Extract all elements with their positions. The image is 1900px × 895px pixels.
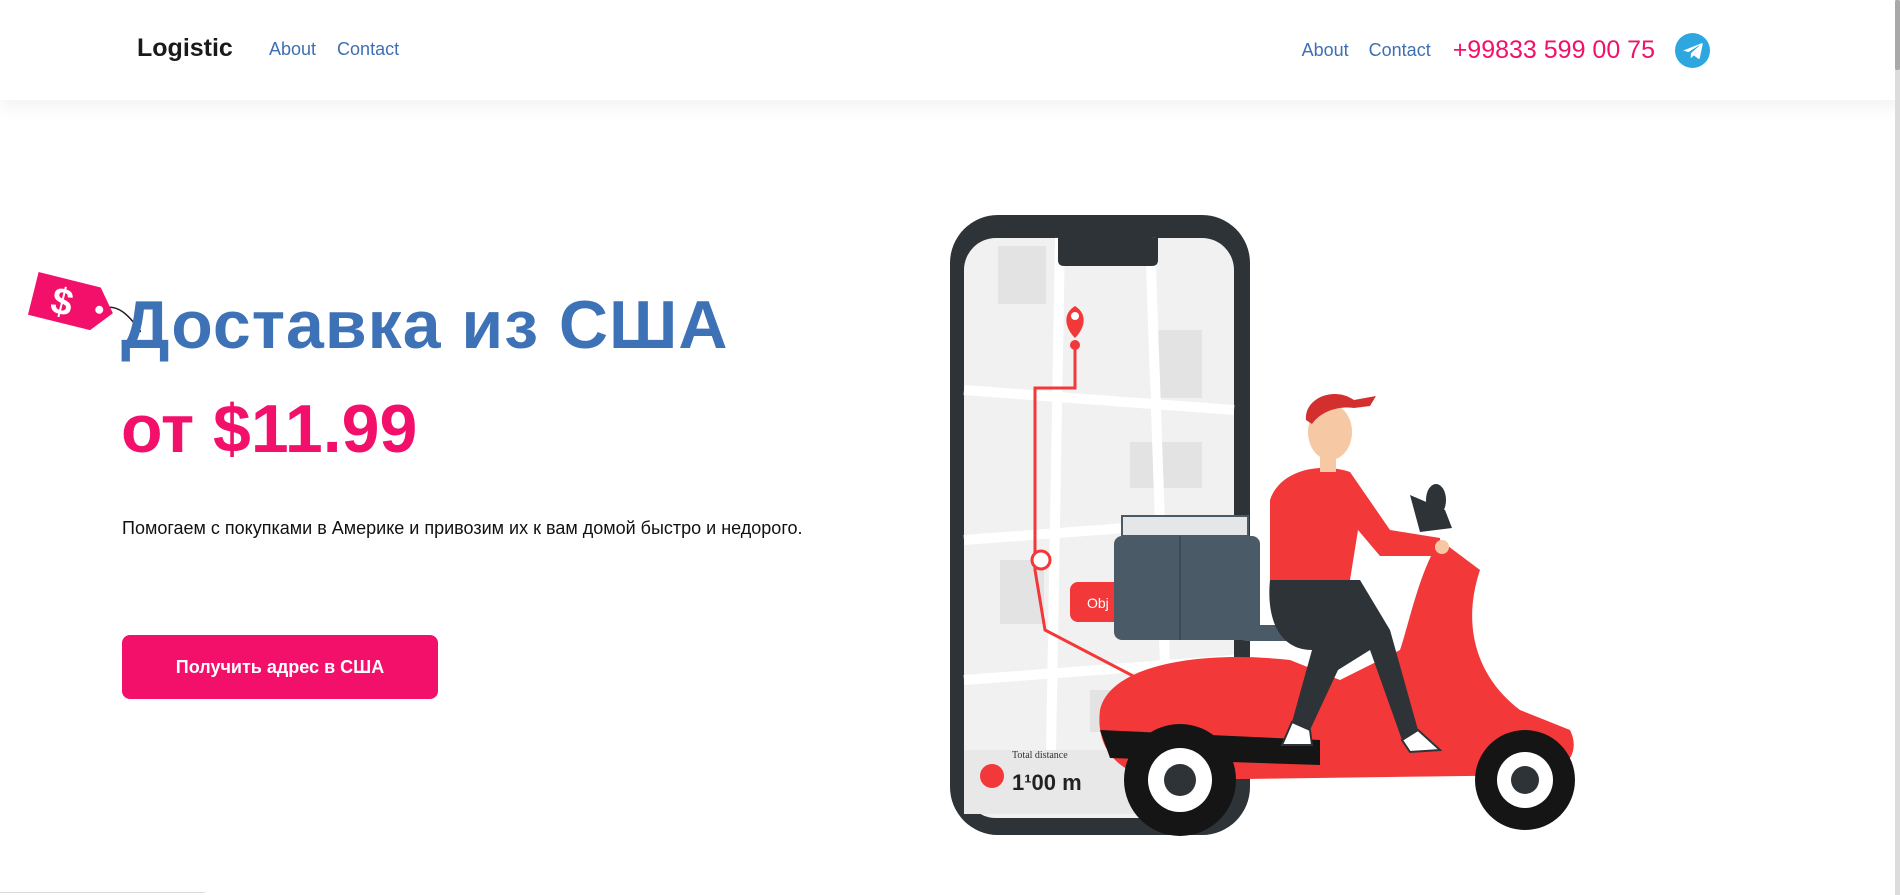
get-us-address-button[interactable]: Получить адрес в США	[122, 635, 438, 699]
hero-title: Доставка из США	[121, 287, 729, 363]
phone-link[interactable]: +99833 599 00 75	[1453, 36, 1655, 65]
distance-value: 1¹00 m	[1012, 770, 1082, 795]
navbar: Logistic About Contact About Contact +99…	[0, 0, 1900, 100]
nav-left: About Contact	[269, 39, 399, 60]
hero-description: Помогаем с покупками в Америке и привози…	[122, 518, 803, 538]
nav-right-contact-link[interactable]: Contact	[1369, 40, 1431, 61]
telegram-icon	[1682, 42, 1703, 59]
scrollbar[interactable]	[1895, 0, 1900, 895]
nav-right-about-link[interactable]: About	[1302, 40, 1349, 61]
scrollbar-thumb[interactable]	[1895, 0, 1900, 70]
map-label: Obj	[1087, 595, 1109, 611]
nav-about-link[interactable]: About	[269, 39, 316, 60]
bottom-divider	[0, 892, 205, 893]
delivery-illustration: Obj Total distance 1¹00 m	[940, 210, 1630, 840]
nav-contact-link[interactable]: Contact	[337, 39, 399, 60]
nav-right: About Contact +99833 599 00 75	[1302, 33, 1710, 68]
hero-price: от $11.99	[121, 391, 418, 467]
telegram-button[interactable]	[1675, 33, 1710, 68]
distance-caption: Total distance	[1012, 750, 1068, 761]
brand-logo[interactable]: Logistic	[137, 34, 233, 63]
